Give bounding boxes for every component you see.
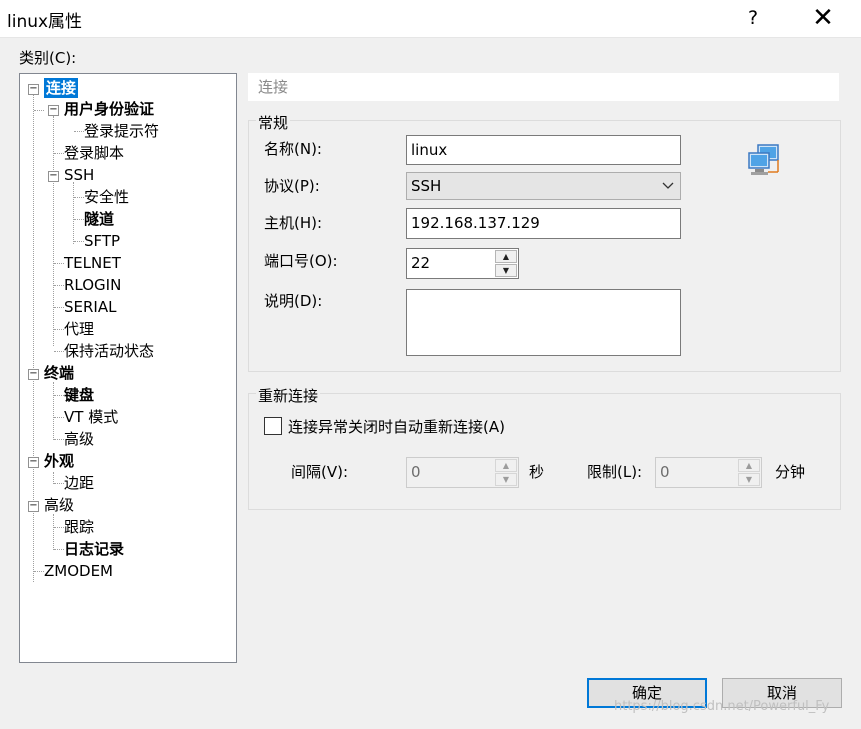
tree-item-user-auth[interactable]: 用户身份验证 xyxy=(64,99,154,119)
port-spinner[interactable]: 22 ▲ ▼ xyxy=(406,248,519,279)
description-label: 说明(D): xyxy=(264,292,323,310)
tree-branch-line xyxy=(54,417,64,418)
tree-expander-icon[interactable]: − xyxy=(28,501,39,512)
interval-label: 间隔(V): xyxy=(291,463,349,481)
tree-item-margin[interactable]: 边距 xyxy=(64,473,94,493)
interval-value: 0 xyxy=(411,463,421,481)
tree-branch-line xyxy=(54,439,64,440)
tree-item-appearance[interactable]: 外观 xyxy=(44,451,74,471)
tree-branch-line xyxy=(54,527,64,528)
tree-item-login-prompt[interactable]: 登录提示符 xyxy=(84,121,159,141)
tree-item-terminal-advanced[interactable]: 高级 xyxy=(64,429,94,449)
tree-item-terminal[interactable]: 终端 xyxy=(44,363,74,383)
tree-branch-line xyxy=(54,329,64,330)
tree-branch-line xyxy=(54,153,64,154)
interval-unit: 秒 xyxy=(529,463,545,481)
tree-item-login-script[interactable]: 登录脚本 xyxy=(64,143,124,163)
protocol-select[interactable]: SSH xyxy=(406,172,681,200)
spin-up-icon[interactable]: ▲ xyxy=(738,459,760,472)
watermark: https://blog.csdn.net/Powerful_Fy xyxy=(614,699,830,714)
tree-item-logging[interactable]: 日志记录 xyxy=(64,539,124,559)
tree-expander-icon[interactable]: − xyxy=(28,369,39,380)
limit-value: 0 xyxy=(660,463,670,481)
tree-item-connection[interactable]: 连接 xyxy=(44,78,79,98)
tree-expander-icon[interactable]: − xyxy=(28,457,39,468)
tree-guide-line xyxy=(53,116,54,346)
chevron-down-icon xyxy=(662,173,674,208)
tree-item-zmodem[interactable]: ZMODEM xyxy=(44,561,113,581)
tree-branch-line xyxy=(74,241,84,242)
tree-branch-line xyxy=(54,285,64,286)
tree-branch-line xyxy=(54,351,64,352)
tree-expander-icon[interactable]: − xyxy=(28,84,39,95)
protocol-value: SSH xyxy=(411,177,442,195)
tree-branch-line xyxy=(54,549,64,550)
tree-branch-line xyxy=(54,395,64,396)
tree-guide-line xyxy=(53,382,54,440)
tree-branch-line xyxy=(74,219,84,220)
title-bar: linux属性 ? ✕ xyxy=(0,0,861,38)
category-label: 类别(C): xyxy=(19,49,77,67)
spin-down-icon[interactable]: ▼ xyxy=(495,264,517,277)
name-label: 名称(N): xyxy=(264,140,322,158)
spin-down-icon[interactable]: ▼ xyxy=(495,473,517,486)
reconnect-group-label: 重新连接 xyxy=(256,385,321,406)
auto-reconnect-label[interactable]: 连接异常关闭时自动重新连接(A) xyxy=(288,416,505,437)
tree-branch-line xyxy=(74,197,84,198)
tree-item-keepalive[interactable]: 保持活动状态 xyxy=(64,341,154,361)
port-label: 端口号(O): xyxy=(264,252,338,270)
tree-item-vt-mode[interactable]: VT 模式 xyxy=(64,407,118,427)
protocol-label: 协议(P): xyxy=(264,177,320,195)
port-value: 22 xyxy=(411,254,431,272)
tree-branch-line xyxy=(34,571,44,572)
section-title: 连接 xyxy=(248,73,839,101)
tree-expander-icon[interactable]: − xyxy=(48,105,59,116)
tree-branch-line xyxy=(34,110,44,111)
auto-reconnect-checkbox[interactable] xyxy=(264,417,282,435)
general-group-label: 常规 xyxy=(256,112,291,133)
tree-item-advanced[interactable]: 高级 xyxy=(44,495,74,515)
spin-down-icon[interactable]: ▼ xyxy=(738,473,760,486)
tree-item-rlogin[interactable]: RLOGIN xyxy=(64,275,121,295)
close-button[interactable]: ✕ xyxy=(800,0,846,37)
tree-branch-line xyxy=(54,483,64,484)
tree-item-tunnel[interactable]: 隧道 xyxy=(84,209,114,229)
tree-branch-line xyxy=(74,131,84,132)
help-button[interactable]: ? xyxy=(730,0,776,37)
tree-guide-line xyxy=(73,182,74,244)
window-title: linux属性 xyxy=(7,12,83,32)
tree-item-keyboard[interactable]: 键盘 xyxy=(64,385,94,405)
tree-expander-icon[interactable]: − xyxy=(48,171,59,182)
host-field[interactable]: 192.168.137.129 xyxy=(406,208,681,239)
tree-branch-line xyxy=(54,307,64,308)
limit-unit: 分钟 xyxy=(775,463,806,481)
limit-label: 限制(L): xyxy=(587,463,643,481)
tree-item-sftp[interactable]: SFTP xyxy=(84,231,120,251)
interval-spinner[interactable]: 0 ▲ ▼ xyxy=(406,457,519,488)
tree-branch-line xyxy=(54,263,64,264)
limit-spinner[interactable]: 0 ▲ ▼ xyxy=(655,457,762,488)
name-field[interactable]: linux xyxy=(406,135,681,165)
spin-up-icon[interactable]: ▲ xyxy=(495,459,517,472)
tree-item-ssh[interactable]: SSH xyxy=(64,165,94,185)
description-field[interactable] xyxy=(406,289,681,356)
tree-item-security[interactable]: 安全性 xyxy=(84,187,129,207)
spin-up-icon[interactable]: ▲ xyxy=(495,250,517,263)
tree-item-trace[interactable]: 跟踪 xyxy=(64,517,94,537)
tree-item-telnet[interactable]: TELNET xyxy=(64,253,121,273)
network-computers-icon xyxy=(746,143,782,177)
tree-guide-line xyxy=(53,514,54,550)
tree-item-serial[interactable]: SERIAL xyxy=(64,297,116,317)
host-label: 主机(H): xyxy=(264,214,323,232)
category-tree[interactable]: − 连接 − 用户身份验证 登录提示符 登录脚本 − SSH 安全性 隧道 SF… xyxy=(19,73,237,663)
reconnect-group xyxy=(248,393,841,510)
tree-item-proxy[interactable]: 代理 xyxy=(64,319,94,339)
